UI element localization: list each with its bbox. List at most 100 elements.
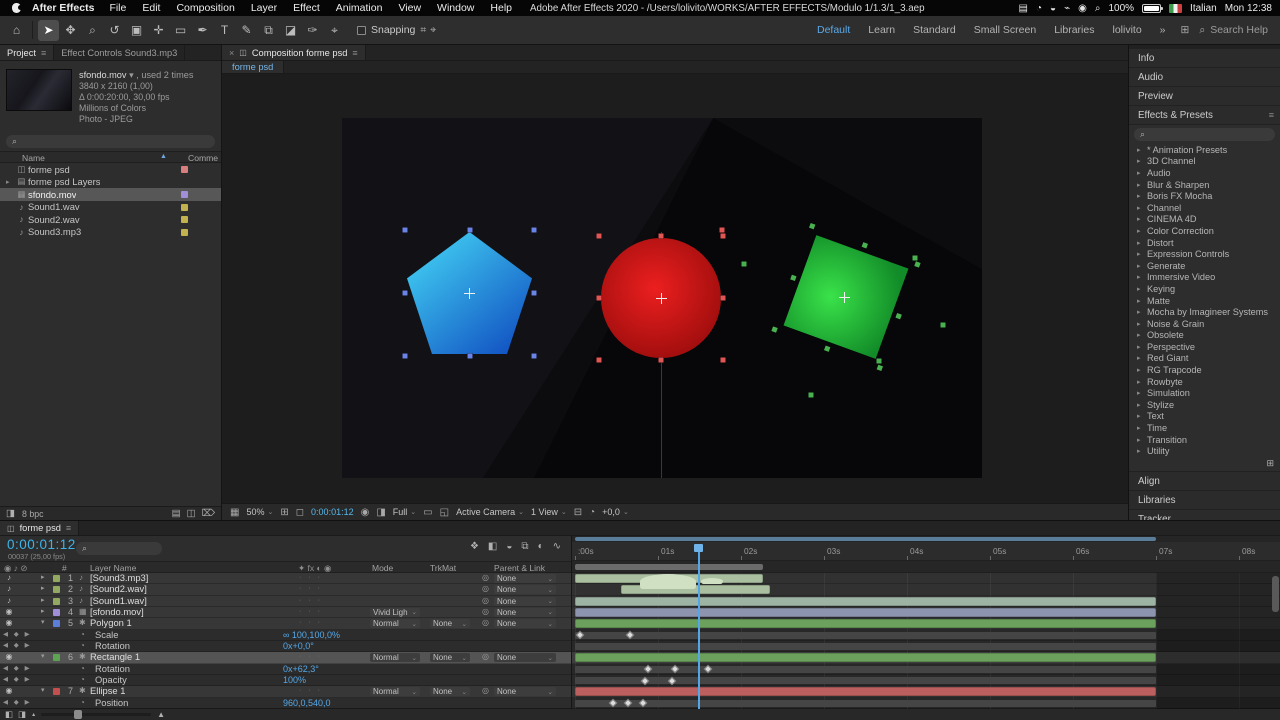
layer-name[interactable]: [sfondo.mov] (90, 607, 144, 618)
column-layer-name[interactable]: Layer Name (90, 563, 136, 573)
orbit-camera-tool[interactable]: ↺ (104, 20, 125, 41)
expander-icon[interactable]: ▸ (41, 596, 45, 607)
chevron-right-icon[interactable]: ▸ (1137, 354, 1147, 362)
exposure-control[interactable]: +0,0⌄ (602, 507, 629, 517)
new-folder-icon[interactable]: ▤ (172, 508, 181, 519)
pick-whip-icon[interactable]: ◎ (482, 686, 489, 697)
property-name[interactable]: Rotation (95, 641, 130, 652)
composition-mini-flowchart-icon[interactable]: ❖ (470, 541, 479, 552)
menu-view[interactable]: View (390, 2, 429, 14)
parent-select[interactable]: None⌄ (494, 597, 556, 606)
chevron-right-icon[interactable]: ▸ (1137, 192, 1147, 200)
help-search[interactable]: ⌕ Search Help (1199, 24, 1268, 37)
selection-handle[interactable] (809, 393, 814, 398)
selection-handle[interactable] (721, 358, 726, 363)
parent-select[interactable]: None⌄ (494, 608, 556, 617)
chevron-right-icon[interactable]: ▸ (1137, 436, 1147, 444)
layer-switches[interactable]: ··· (299, 596, 327, 607)
project-item-forme-psd-layers[interactable]: ▸▤forme psd Layers (0, 176, 221, 189)
selection-handle[interactable] (824, 345, 830, 351)
panel-header-info[interactable]: Info (1129, 49, 1280, 67)
effect-category-distort[interactable]: ▸Distort (1129, 237, 1280, 249)
label-color-chip[interactable] (181, 204, 188, 211)
expander-icon[interactable]: ▸ (41, 607, 45, 618)
expander-icon[interactable]: ▸ (41, 584, 45, 595)
interpret-footage-icon[interactable]: ◨ (6, 508, 15, 519)
effect-category-utility[interactable]: ▸Utility (1129, 445, 1280, 457)
effect-category-transition[interactable]: ▸Transition (1129, 434, 1280, 446)
layer-row-sfondo-mov[interactable]: ◉▸4▦[sfondo.mov]···Vivid Ligh⌄◎None⌄ (0, 607, 571, 618)
view-layout-select[interactable]: 1 View⌄ (531, 507, 567, 517)
workspace-layout-icon[interactable]: ⊞ (1181, 24, 1190, 36)
effect-category-obsolete[interactable]: ▸Obsolete (1129, 330, 1280, 342)
project-tab-effect-controls-sound3-mp3[interactable]: Effect Controls Sound3.mp3 (54, 45, 185, 60)
selection-tool[interactable]: ➤ (38, 20, 59, 41)
menu-composition[interactable]: Composition (168, 2, 242, 14)
layer-duration-bar[interactable] (575, 653, 1156, 662)
project-column-header[interactable]: Name ▲ Comme (0, 151, 221, 163)
tablet-driver-icon[interactable]: ▤ (1019, 3, 1028, 14)
sort-arrow-icon[interactable]: ▲ (160, 153, 167, 160)
expander-icon[interactable]: ▾ (41, 652, 45, 663)
effect-category-keying[interactable]: ▸Keying (1129, 283, 1280, 295)
trkmat-select[interactable]: None⌄ (430, 687, 470, 696)
layer-row-sound2-wav[interactable]: ♪▸2♪[Sound2.wav]···◎None⌄ (0, 584, 571, 595)
chevron-right-icon[interactable]: ▸ (1137, 204, 1147, 212)
workspace-overflow[interactable]: » (1151, 24, 1175, 36)
label-color-chip[interactable] (53, 654, 60, 661)
timeline-vertical-scrollbar[interactable] (1272, 574, 1279, 708)
selection-handle[interactable] (941, 323, 946, 328)
brush-tool[interactable]: ✎ (236, 20, 257, 41)
expander-icon[interactable]: ▸ (41, 573, 45, 584)
battery-icon[interactable] (1142, 4, 1161, 13)
zoom-out-mountain-icon[interactable]: ▴ (32, 711, 35, 718)
snapping-checkbox[interactable] (357, 26, 366, 35)
panel-header-preview[interactable]: Preview (1129, 87, 1280, 105)
selection-handle[interactable] (862, 242, 868, 248)
selection-handle[interactable] (532, 291, 537, 296)
effect-category-cinema-4d[interactable]: ▸CINEMA 4D (1129, 214, 1280, 226)
new-animation-preset-icon[interactable]: ⊞ (1266, 458, 1274, 469)
chevron-right-icon[interactable]: ▸ (1137, 250, 1147, 258)
effect-category-text[interactable]: ▸Text (1129, 411, 1280, 423)
pick-whip-icon[interactable]: ◎ (482, 573, 489, 584)
panel-header-effects-presets[interactable]: Effects & Presets ≡ (1129, 106, 1280, 124)
label-color-chip[interactable] (181, 166, 188, 173)
effect-category-expression-controls[interactable]: ▸Expression Controls (1129, 248, 1280, 260)
selection-handle[interactable] (877, 359, 882, 364)
toggle-expand-out-icon[interactable]: ◨ (18, 709, 26, 720)
new-composition-icon[interactable]: ◫ (187, 508, 196, 519)
layer-name[interactable]: Rectangle 1 (90, 652, 140, 663)
parent-select[interactable]: None⌄ (494, 585, 556, 594)
trkmat-select[interactable]: None⌄ (430, 619, 470, 628)
workspace-learn[interactable]: Learn (859, 24, 904, 36)
transparency-grid-icon[interactable]: ◱ (440, 507, 449, 518)
parent-select[interactable]: None⌄ (494, 619, 556, 628)
fast-previews-icon[interactable]: ◔ (589, 507, 595, 518)
effect-category-channel[interactable]: ▸Channel (1129, 202, 1280, 214)
footage-thumbnail[interactable] (6, 69, 72, 111)
screen-mirroring-icon[interactable]: ◒ (1050, 3, 1056, 14)
chevron-right-icon[interactable]: ▸ (1137, 331, 1147, 339)
roto-brush-tool[interactable]: ✑ (302, 20, 323, 41)
eye-toggle-icon[interactable]: ◉ (3, 652, 15, 663)
current-time-display[interactable]: 0:00:01:12 (311, 507, 354, 517)
zoom-in-mountain-icon[interactable]: ▲ (157, 710, 165, 719)
panel-menu-icon[interactable]: ≡ (41, 48, 46, 58)
snap-view-icon[interactable]: ▦ (230, 507, 239, 518)
stopwatch-icon[interactable]: ◔ (80, 641, 85, 652)
chevron-right-icon[interactable]: ▸ (1137, 412, 1147, 420)
work-area-bar[interactable] (575, 564, 763, 570)
selection-handle[interactable] (913, 256, 918, 261)
hand-tool[interactable]: ✥ (60, 20, 81, 41)
current-timecode[interactable]: 0:00:01:12 (7, 537, 76, 552)
label-color-chip[interactable] (53, 586, 60, 593)
selection-handle[interactable] (721, 234, 726, 239)
region-of-interest-icon[interactable]: ▭ (423, 507, 432, 518)
chevron-right-icon[interactable]: ▸ (1137, 239, 1147, 247)
effect-category-animation-presets[interactable]: ▸* Animation Presets (1129, 144, 1280, 156)
label-color-chip[interactable] (53, 609, 60, 616)
selection-handle[interactable] (403, 228, 408, 233)
selection-handle[interactable] (914, 261, 920, 267)
frame-blending-icon[interactable]: ⧉ (521, 541, 528, 552)
